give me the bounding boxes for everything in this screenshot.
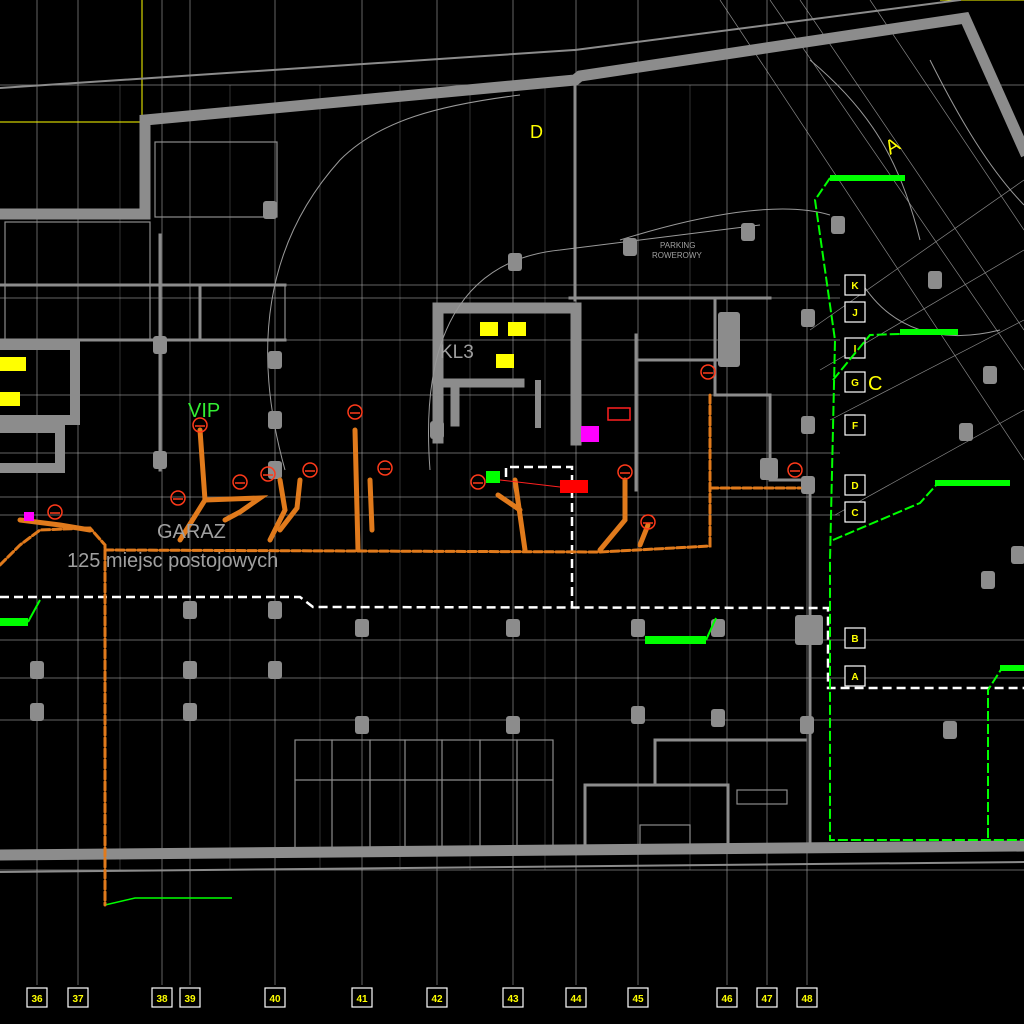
axis-tag-39: 39: [179, 987, 201, 1008]
bike-parking-label-2: ROWEROWY: [652, 251, 702, 260]
garage-capacity-label: 125 miejsc postojowych: [67, 550, 278, 572]
axis-tag-44: 44: [565, 987, 587, 1008]
marker-a: A: [882, 133, 905, 159]
axis-tag-D: D: [844, 474, 866, 496]
stair-core-label: KL3: [440, 342, 474, 363]
marker-c: C: [868, 373, 882, 395]
svg-text:43: 43: [507, 994, 519, 1005]
svg-text:B: B: [851, 634, 858, 645]
diagonal-grid: [719, 0, 1024, 516]
svg-text:47: 47: [761, 994, 773, 1005]
axis-tag-45: 45: [627, 987, 649, 1008]
axis-tag-C: C: [844, 501, 866, 523]
fire-alarm-panel: [560, 480, 588, 493]
fire-pump-box: [486, 471, 500, 483]
axis-tag-46: 46: [716, 987, 738, 1008]
svg-text:A: A: [851, 672, 858, 683]
svg-text:41: 41: [356, 994, 368, 1005]
svg-text:44: 44: [570, 994, 582, 1005]
axis-tag-B: B: [844, 627, 866, 649]
svg-text:40: 40: [269, 994, 281, 1005]
svg-text:42: 42: [431, 994, 443, 1005]
structural-grid-horizontal: [0, 84, 1024, 871]
axis-tag-K: K: [844, 274, 866, 296]
grid-axis-tags-bottom: 36 37 38 39 40 41 42 43 44 45 46 47 48: [26, 987, 818, 1008]
svg-text:G: G: [851, 378, 859, 389]
svg-text:C: C: [851, 508, 858, 519]
garage-label: GARAZ: [157, 521, 226, 543]
axis-tag-38: 38: [151, 987, 173, 1008]
axis-tag-41: 41: [351, 987, 373, 1008]
control-panel: [607, 407, 631, 421]
axis-tag-47: 47: [756, 987, 778, 1008]
structural-grid-vertical: [36, 0, 808, 985]
svg-text:45: 45: [632, 994, 644, 1005]
axis-tag-42: 42: [426, 987, 448, 1008]
svg-text:D: D: [851, 481, 858, 492]
svg-text:J: J: [852, 308, 858, 319]
axis-tag-I: I: [844, 337, 866, 359]
axis-tag-G: G: [844, 371, 866, 393]
axis-tag-F: F: [844, 414, 866, 436]
ramp-curves: [267, 59, 1024, 471]
grid-axis-tags-right: K J I G F D C B A: [844, 274, 866, 687]
fire-hydrant-lines: [0, 175, 1024, 906]
valve-box: [581, 426, 599, 442]
bike-parking-label-1: PARKING: [660, 241, 695, 250]
building-walls: [0, 0, 1024, 874]
marker-d: D: [530, 122, 543, 142]
axis-tag-40: 40: [264, 987, 286, 1008]
axis-tag-J: J: [844, 301, 866, 323]
svg-text:48: 48: [801, 994, 813, 1005]
axis-tag-36: 36: [26, 987, 48, 1008]
svg-text:K: K: [851, 281, 859, 292]
vip-label: VIP: [188, 400, 220, 422]
svg-text:36: 36: [31, 994, 43, 1005]
axis-tag-A: A: [844, 665, 866, 687]
svg-text:39: 39: [184, 994, 196, 1005]
svg-text:37: 37: [72, 994, 84, 1005]
cad-floor-plan: 36 37 38 39 40 41 42 43 44 45 46 47 48 K J I G F D C B A: [0, 0, 1024, 1008]
axis-tag-48: 48: [796, 987, 818, 1008]
plan-labels: VIP GARAZ 125 miejsc postojowych KL3 PAR…: [67, 122, 905, 572]
axis-tag-37: 37: [67, 987, 89, 1008]
svg-text:38: 38: [156, 994, 168, 1005]
axis-tag-43: 43: [502, 987, 524, 1008]
valve-box-left: [24, 512, 34, 521]
evacuation-route: [0, 465, 1024, 690]
svg-text:46: 46: [721, 994, 733, 1005]
structural-columns: [30, 201, 1024, 739]
svg-text:F: F: [852, 421, 858, 432]
